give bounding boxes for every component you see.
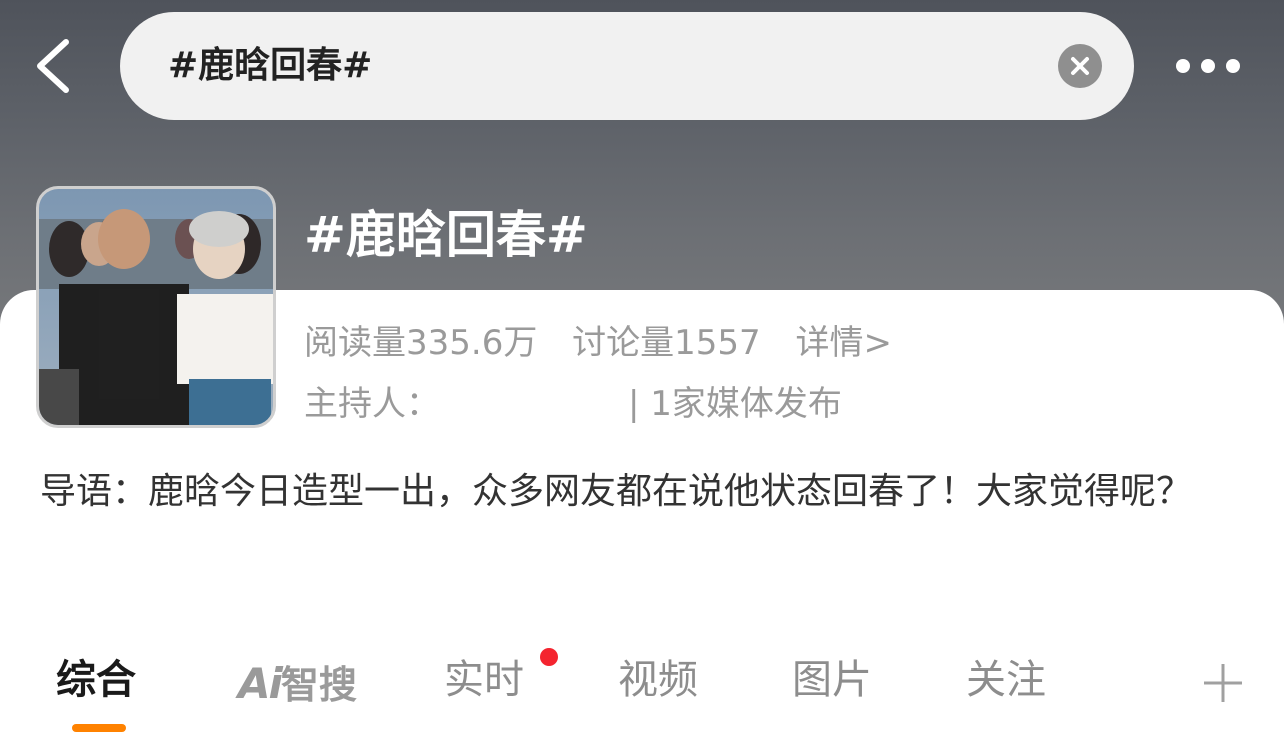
discussion-count: 讨论量1557 [572,323,761,363]
tab-ai-search-label: 智搜 [280,663,357,707]
topic-intro: 导语：鹿晗今日造型一出，众多网友都在说他状态回春了！大家觉得呢？ [40,471,1193,512]
more-dots-icon [1176,59,1190,73]
topic-stats: 阅读量335.6万 讨论量1557 详情> [304,318,892,368]
active-tab-indicator [72,724,126,732]
more-options-button[interactable] [1170,48,1250,84]
add-tab-button[interactable] [1202,662,1244,704]
photo-thumbnail-icon [39,189,273,425]
notification-dot [540,648,558,666]
back-button[interactable] [30,36,80,96]
chevron-left-icon [37,39,69,93]
topic-host-row: 主持人： | 1家媒体发布 [304,378,842,430]
tab-ai-search[interactable]: Ai智搜 [238,654,357,709]
host-label: 主持人： [304,384,440,424]
clear-search-button[interactable] [1058,44,1102,88]
tab-realtime[interactable]: 实时 [444,652,524,708]
ai-logo-icon: Ai [238,659,283,708]
tab-following[interactable]: 关注 [966,652,1046,708]
tab-comprehensive[interactable]: 综合 [56,652,136,708]
media-count[interactable]: | 1家媒体发布 [628,384,842,424]
plus-icon [1204,664,1242,702]
search-result-tabs: 综合 Ai智搜 实时 视频 图片 关注 [0,640,1284,741]
topic-cover-image[interactable] [36,186,276,428]
tab-video[interactable]: 视频 [618,652,698,708]
tab-images[interactable]: 图片 [792,652,872,708]
search-input[interactable]: #鹿晗回春# [168,12,372,120]
read-count: 阅读量335.6万 [304,323,538,363]
search-bar[interactable]: #鹿晗回春# [120,12,1134,120]
detail-link[interactable]: 详情> [796,323,893,363]
topic-title: #鹿晗回春# [304,206,588,264]
close-icon [1071,57,1089,75]
